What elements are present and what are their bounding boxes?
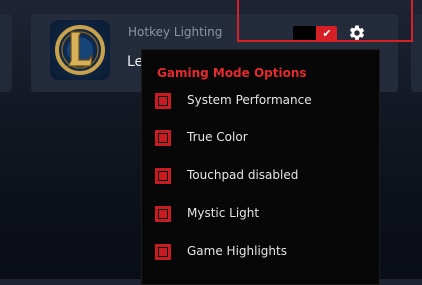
option-label: Mystic Light	[187, 206, 260, 220]
checkbox[interactable]	[155, 130, 171, 146]
league-of-legends-logo-icon	[50, 20, 110, 80]
highlight-frame	[237, 0, 413, 42]
option-mystic-light[interactable]: Mystic Light	[155, 204, 365, 224]
checkbox[interactable]	[155, 93, 171, 109]
hotkey-lighting-label: Hotkey Lighting	[128, 25, 223, 39]
option-label: True Color	[187, 130, 248, 144]
option-label: System Performance	[187, 93, 312, 107]
previous-game-card[interactable]	[0, 14, 12, 92]
checkbox[interactable]	[155, 244, 171, 260]
option-label: Touchpad disabled	[187, 168, 299, 182]
option-true-color[interactable]: True Color	[155, 128, 365, 148]
checkbox[interactable]	[155, 168, 171, 184]
option-game-highlights[interactable]: Game Highlights	[155, 242, 365, 262]
dropdown-title: Gaming Mode Options	[157, 66, 307, 80]
option-system-performance[interactable]: System Performance	[155, 91, 365, 111]
option-label: Game Highlights	[187, 244, 287, 258]
option-touchpad-disabled[interactable]: Touchpad disabled	[155, 166, 365, 186]
checkbox[interactable]	[155, 206, 171, 222]
